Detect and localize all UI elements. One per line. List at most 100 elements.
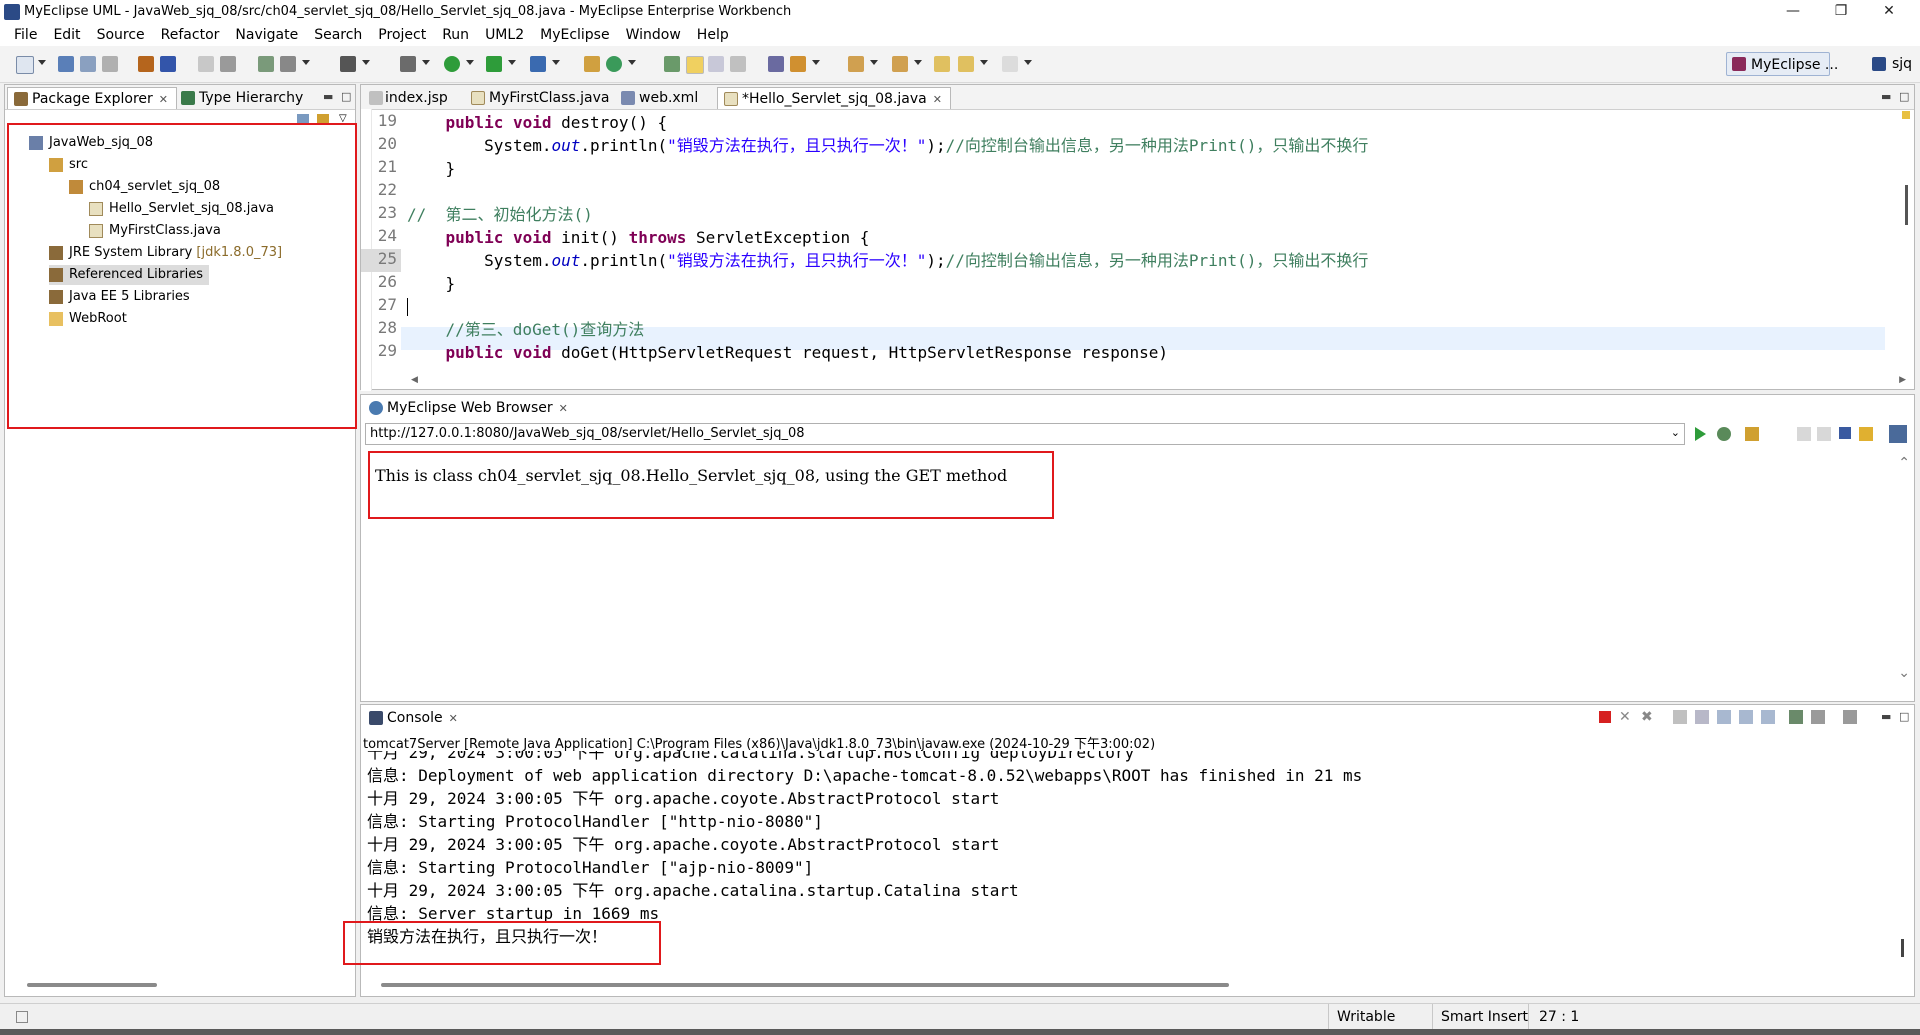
word-wrap-icon[interactable] [1717, 710, 1731, 724]
scroll-lock-icon[interactable] [1695, 710, 1709, 724]
close-button[interactable]: ✕ [1866, 0, 1912, 24]
pin-console-icon[interactable] [1789, 710, 1803, 724]
close-icon[interactable]: ✕ [449, 712, 458, 725]
display-console-icon[interactable] [1811, 710, 1825, 724]
menu-refactor[interactable]: Refactor [153, 27, 228, 43]
perspective-myeclipse[interactable]: MyEclipse ... [1726, 52, 1838, 76]
menu-myeclipse[interactable]: MyEclipse [532, 27, 617, 43]
minimize-button[interactable]: — [1770, 0, 1816, 24]
new-class-icon[interactable] [584, 56, 600, 72]
run-icon[interactable] [444, 56, 460, 72]
menu-edit[interactable]: Edit [45, 27, 88, 43]
show-stdout-icon[interactable] [1739, 710, 1753, 724]
forward-icon[interactable] [1817, 427, 1831, 441]
browser-settings-icon[interactable] [1889, 425, 1907, 443]
remove-all-icon[interactable]: ✖ [1641, 709, 1653, 725]
tab-myfirstclass[interactable]: MyFirstClass.java [465, 87, 617, 109]
remove-launch-icon[interactable]: ✕ [1619, 709, 1631, 725]
chevron-down-icon[interactable]: ⌄ [1671, 426, 1680, 439]
horizontal-scrollbar[interactable] [27, 983, 157, 987]
next-annotation-icon[interactable] [848, 56, 864, 72]
menu-source[interactable]: Source [89, 27, 153, 43]
fast-view-icon[interactable] [16, 1011, 28, 1023]
menu-run[interactable]: Run [434, 27, 477, 43]
maximize-view-icon[interactable]: □ [1899, 90, 1909, 103]
url-bar[interactable]: http://127.0.0.1:8080/JavaWeb_sjq_08/ser… [365, 423, 1685, 445]
scroll-right-icon[interactable]: ▶ [1899, 375, 1906, 385]
console-horizontal-scrollbar[interactable] [381, 983, 1229, 987]
tab-console[interactable]: Console ✕ [363, 707, 466, 729]
menu-navigate[interactable]: Navigate [227, 27, 306, 43]
restore-button[interactable]: ❐ [1818, 0, 1864, 24]
open-console-icon[interactable] [1843, 710, 1857, 724]
deploy-icon[interactable] [160, 56, 176, 72]
console-icon [369, 711, 383, 725]
print-icon[interactable] [102, 56, 118, 72]
stop-icon[interactable] [1839, 427, 1851, 439]
new-icon[interactable] [16, 56, 34, 74]
tab-type-hierarchy[interactable]: Type Hierarchy [175, 87, 311, 109]
vertical-scrollbar[interactable] [1905, 185, 1908, 225]
terminate-icon[interactable] [1599, 711, 1611, 723]
external-tools-icon[interactable] [530, 56, 546, 72]
open-resource-icon[interactable] [280, 56, 296, 72]
debug-server-icon[interactable] [220, 56, 236, 72]
warning-marker-icon[interactable] [1902, 111, 1910, 119]
tab-web-browser[interactable]: MyEclipse Web Browser ✕ [363, 397, 576, 419]
menu-help[interactable]: Help [689, 27, 737, 43]
browser-icon[interactable] [768, 56, 784, 72]
tab-hello-servlet[interactable]: *Hello_Servlet_sjq_08.java ✕ [717, 87, 951, 109]
new-package-icon[interactable] [606, 56, 622, 72]
back-icon[interactable] [958, 56, 974, 72]
close-icon[interactable]: ✕ [159, 93, 168, 106]
close-icon[interactable]: ✕ [559, 402, 568, 415]
block-selection-icon[interactable] [708, 56, 724, 72]
open-perspective-icon[interactable] [664, 56, 680, 72]
tab-web-xml[interactable]: web.xml [615, 87, 706, 109]
prev-annotation-icon[interactable] [892, 56, 908, 72]
scroll-left-icon[interactable]: ◀ [411, 375, 418, 385]
highlight-icon[interactable] [686, 56, 704, 74]
refresh-icon[interactable] [1717, 427, 1731, 441]
maximize-view-icon[interactable]: □ [1899, 710, 1909, 723]
minimize-view-icon[interactable]: ▬ [1881, 90, 1891, 103]
maximize-view-icon[interactable]: □ [341, 90, 351, 103]
run-last-icon[interactable] [486, 56, 502, 72]
back-icon[interactable] [1797, 427, 1811, 441]
globe-icon [369, 401, 383, 415]
minimize-view-icon[interactable]: ▬ [323, 90, 333, 103]
forward-icon[interactable] [1002, 56, 1018, 72]
menu-file[interactable]: File [6, 27, 45, 43]
show-whitespace-icon[interactable] [730, 56, 746, 72]
server-icon[interactable] [198, 56, 214, 72]
save-icon[interactable] [58, 56, 74, 72]
scroll-up-icon[interactable]: ⌃ [1898, 455, 1910, 471]
minimize-view-icon[interactable]: ▬ [1881, 710, 1891, 723]
show-stderr-icon[interactable] [1761, 710, 1775, 724]
sync-icon[interactable] [1859, 427, 1873, 441]
menu-project[interactable]: Project [370, 27, 434, 43]
app-icon [4, 4, 20, 20]
menu-search[interactable]: Search [306, 27, 370, 43]
close-icon[interactable]: ✕ [933, 93, 942, 106]
annotation-icon[interactable] [790, 56, 806, 72]
code-area[interactable]: 19 public void destroy() { 20 System.out… [361, 109, 1884, 379]
perspective-sjq[interactable]: sjq [1870, 52, 1912, 76]
build-icon[interactable] [138, 56, 154, 72]
menu-uml2[interactable]: UML2 [477, 27, 532, 43]
clear-console-icon[interactable] [1673, 710, 1687, 724]
tab-package-explorer[interactable]: Package Explorer ✕ [7, 87, 177, 109]
scroll-down-icon[interactable]: ⌄ [1898, 665, 1910, 681]
console-icon[interactable] [340, 56, 356, 72]
open-type-icon[interactable] [258, 56, 274, 72]
console-vertical-scrollbar[interactable] [1901, 939, 1904, 957]
debug-icon[interactable] [400, 56, 416, 72]
tab-index-jsp[interactable]: index.jsp [363, 87, 456, 109]
last-edit-icon[interactable] [934, 56, 950, 72]
menu-window[interactable]: Window [618, 27, 689, 43]
favorites-icon[interactable] [1745, 427, 1759, 441]
main-toolbar [0, 46, 1920, 83]
console-line: 十月 29, 2024 3:00:05 下午 org.apache.catali… [367, 881, 1019, 900]
save-all-icon[interactable] [80, 56, 96, 72]
go-icon[interactable] [1695, 427, 1706, 441]
